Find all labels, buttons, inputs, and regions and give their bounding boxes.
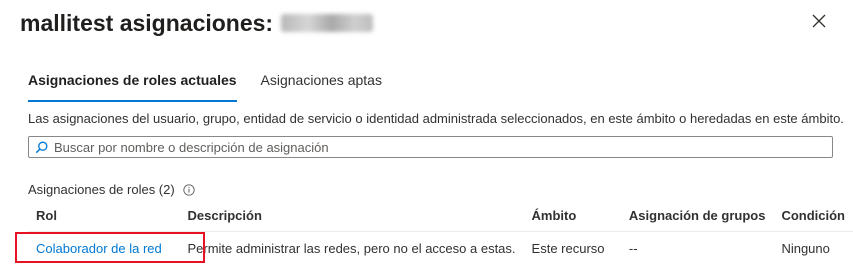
role-link[interactable]: Colaborador de la red [36, 241, 162, 256]
column-header-group-assignment[interactable]: Asignación de grupos [620, 200, 774, 232]
redacted-name [281, 14, 374, 32]
info-icon[interactable] [183, 183, 195, 196]
column-header-condition[interactable]: Condición [773, 200, 853, 232]
role-assignments-label: Asignaciones de roles (2) [28, 182, 175, 197]
search-box[interactable] [28, 136, 833, 158]
description-text: Las asignaciones del usuario, grupo, ent… [28, 111, 844, 126]
description-cell: Permite administrar las redes, pero no e… [187, 241, 516, 256]
tab-current-assignments[interactable]: Asignaciones de roles actuales [28, 70, 237, 102]
role-assignments-table: Rol Descripción Ámbito Asignación de gru… [28, 200, 853, 265]
group-assignment-cell: -- [628, 241, 638, 256]
column-header-scope[interactable]: Ámbito [523, 200, 621, 232]
tab-eligible-assignments[interactable]: Asignaciones aptas [261, 70, 382, 100]
column-header-role[interactable]: Rol [28, 200, 180, 232]
scope-cell: Este recurso [531, 241, 605, 256]
panel-header: mallitest asignaciones: [20, 8, 374, 38]
condition-cell: Ninguno [781, 241, 830, 256]
close-icon [812, 14, 826, 28]
search-input[interactable] [54, 138, 832, 156]
tab-bar: Asignaciones de roles actuales Asignacio… [28, 70, 406, 102]
role-assignments-heading: Asignaciones de roles (2) [28, 182, 195, 197]
search-icon [35, 141, 48, 153]
column-header-description[interactable]: Descripción [179, 200, 524, 232]
role-cell: Colaborador de la red [28, 232, 179, 266]
table-header-row: Rol Descripción Ámbito Asignación de gru… [28, 200, 853, 232]
close-button[interactable] [810, 12, 828, 30]
table-row[interactable]: Colaborador de la red Permite administra… [28, 232, 853, 266]
page-title: mallitest asignaciones: [20, 9, 274, 36]
